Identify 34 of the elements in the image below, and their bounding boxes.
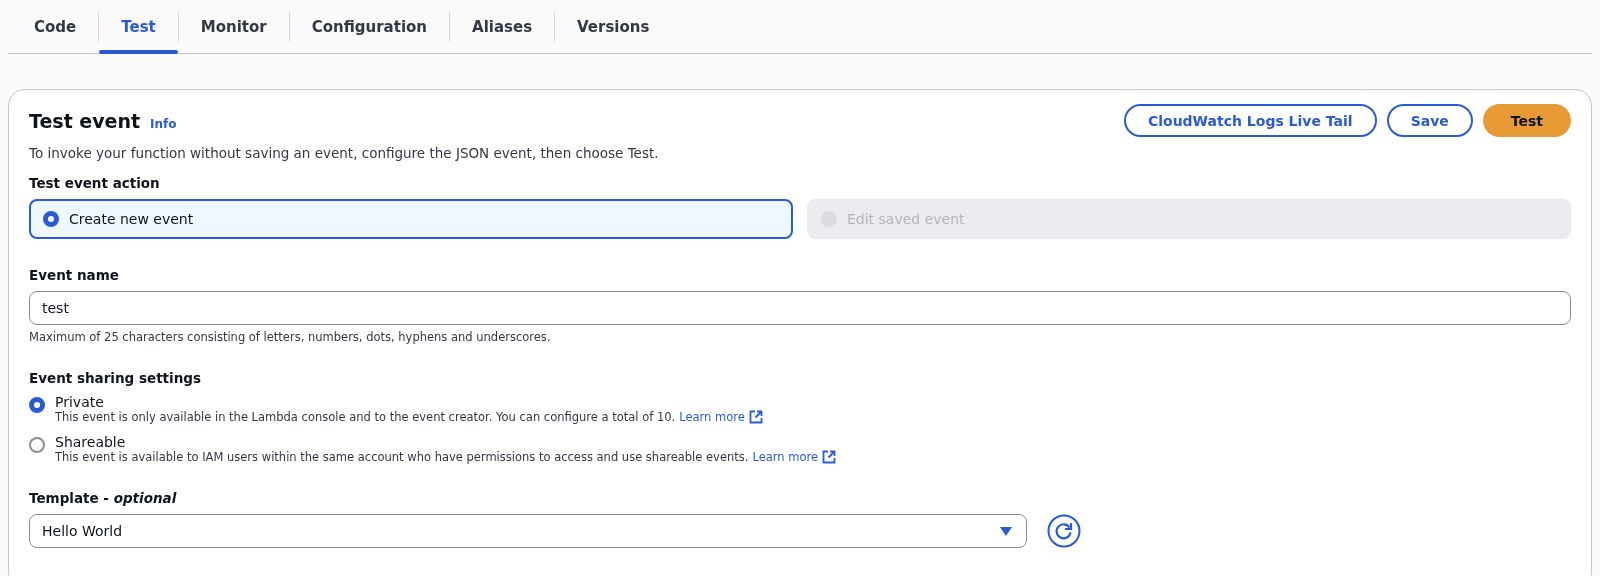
caret-down-icon (1000, 526, 1012, 536)
tab[interactable]: Aliases (450, 0, 555, 53)
action-button[interactable]: CloudWatch Logs Live Tail (1123, 104, 1377, 137)
panel-description: To invoke your function without saving an event, configure the JSON event, then choose Test. (29, 145, 660, 161)
option-description: This event is available to IAM users within the same account who have permissions to access and use shareable events. (55, 450, 749, 464)
radio-tile[interactable]: Create new event (29, 199, 793, 239)
field-label: Template - optional (29, 490, 178, 506)
tab[interactable]: Test (99, 0, 178, 53)
field-label: Event name (29, 267, 120, 283)
info-link[interactable]: Info (150, 116, 177, 131)
panel-title: Test event (29, 109, 141, 132)
option-label: Shareable (55, 434, 127, 450)
radio-button[interactable] (29, 397, 45, 413)
test-button[interactable]: Test (1482, 104, 1571, 137)
option-label: Create new event (69, 211, 194, 227)
event-name-field[interactable]: test (29, 291, 1571, 325)
tab[interactable]: Versions (555, 0, 672, 53)
tab[interactable]: Code (12, 0, 99, 53)
refresh-icon[interactable] (1047, 514, 1081, 548)
radio-button[interactable] (43, 211, 59, 227)
option-label: Private (55, 394, 105, 410)
tab[interactable]: Configuration (289, 0, 450, 53)
external-link-icon (822, 450, 836, 464)
tab[interactable]: Monitor (178, 0, 289, 53)
learn-more-link[interactable]: Learn more (752, 450, 818, 464)
field-label: Test event action (29, 175, 161, 191)
field-label: Event sharing settings (29, 370, 202, 386)
learn-more-link[interactable]: Learn more (679, 410, 745, 424)
action-button[interactable]: Save (1386, 104, 1473, 137)
field-hint: Maximum of 25 characters consisting of letters, numbers, dots, hyphens and underscores. (29, 330, 552, 344)
external-link-icon (748, 410, 763, 424)
template-dropdown[interactable]: Hello World (29, 514, 1027, 548)
radio-button[interactable] (29, 437, 45, 453)
option-description: This event is only available in the Lambda console and to the event creator. You can configure a total of 10. (55, 410, 676, 424)
